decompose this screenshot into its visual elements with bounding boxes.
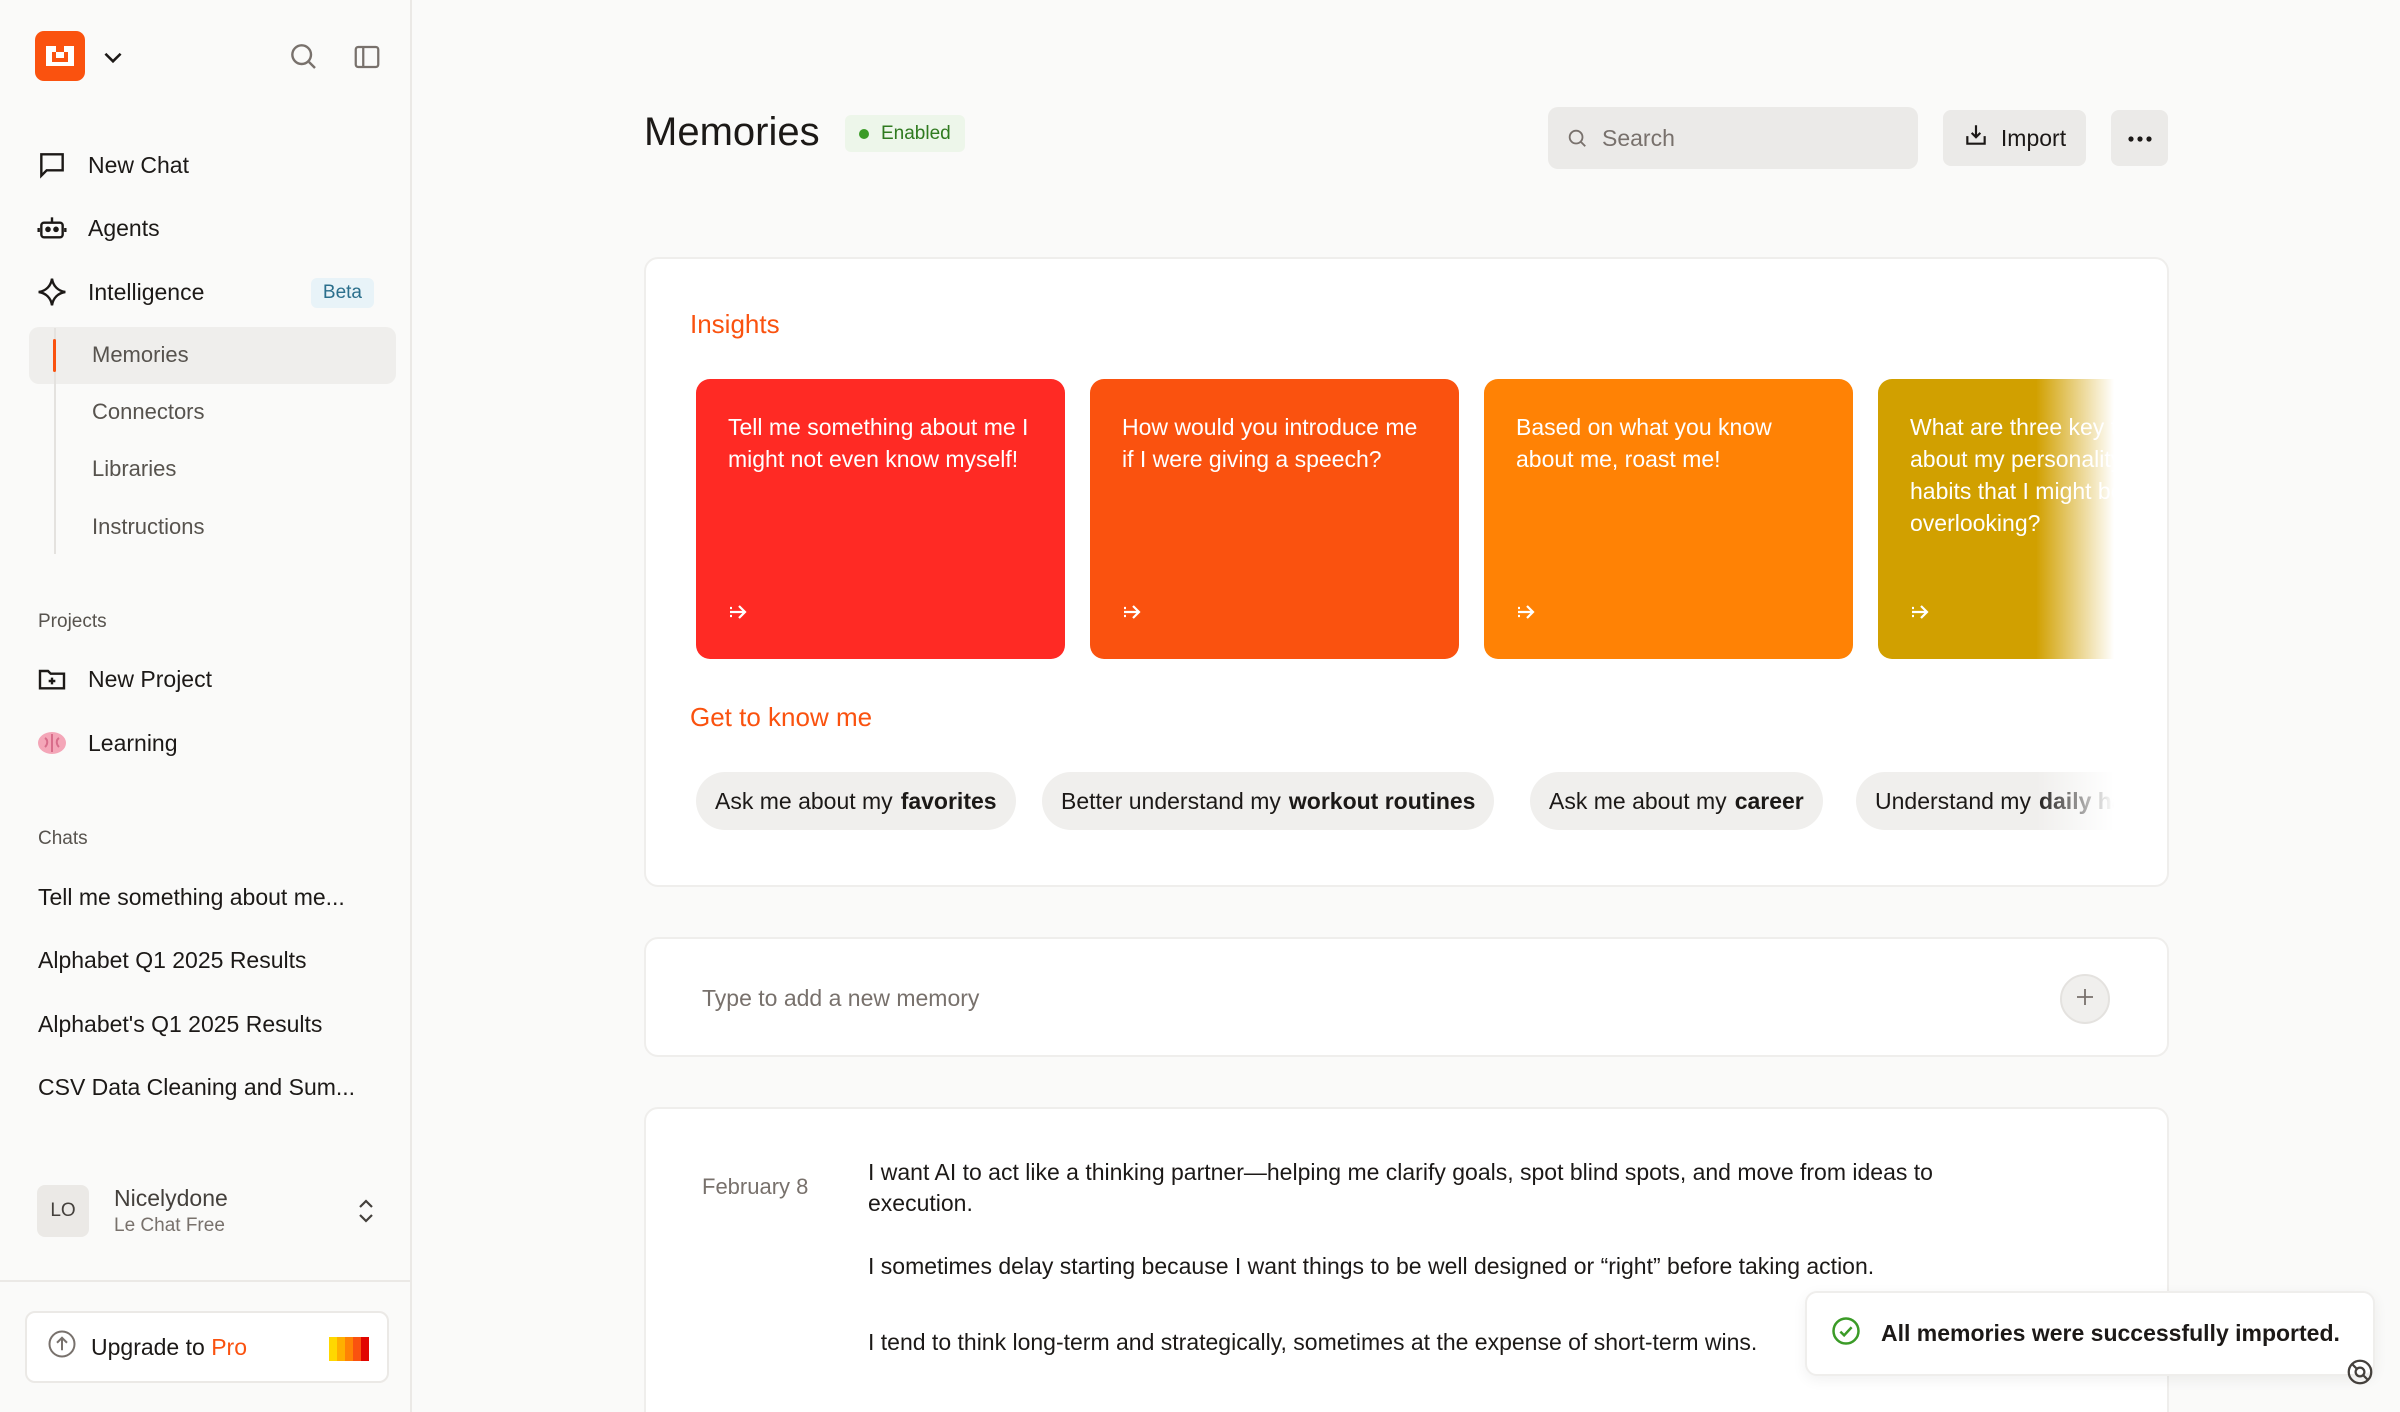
upgrade-label: Upgrade to (91, 1333, 205, 1360)
upgrade-button[interactable]: Upgrade to Pro (25, 1311, 389, 1383)
success-toast: All memories were successfully imported. (1805, 1291, 2375, 1376)
memory-item[interactable]: I tend to think long-term and strategica… (868, 1327, 1958, 1358)
toast-message: All memories were successfully imported. (1881, 1320, 2340, 1346)
chat-item[interactable]: CSV Data Cleaning and Sum... (38, 1074, 355, 1101)
projects-section-label: Projects (38, 611, 107, 632)
sidebar-sub-item-memories[interactable]: Memories (92, 335, 189, 375)
active-indicator (53, 339, 56, 372)
topic-chip[interactable]: Better understand my workout routines (1042, 772, 1495, 830)
user-name: Nicelydone (114, 1185, 228, 1211)
workspace-chevron-down-icon[interactable] (100, 44, 126, 75)
chat-item[interactable]: Alphabet Q1 2025 Results (38, 947, 307, 974)
search-icon[interactable] (287, 40, 319, 77)
sidebar-item-label: Intelligence (88, 278, 205, 305)
robot-icon (36, 212, 68, 244)
sidebar-item-label: New Project (88, 665, 212, 692)
topic-chip[interactable]: Ask me about my career (1530, 772, 1823, 830)
sidebar-sub-item-libraries[interactable]: Libraries (92, 449, 176, 489)
page-title: Memories (644, 110, 820, 154)
chats-section-label: Chats (38, 828, 88, 849)
topic-chips: Ask me about my favorites Better understa… (696, 772, 2161, 834)
upgrade-pro-label: Pro (211, 1333, 247, 1360)
search-input[interactable] (1602, 107, 1902, 169)
sidebar-item-label: Agents (88, 214, 160, 241)
sidebar-item-agents[interactable]: Agents (36, 203, 376, 253)
check-circle-icon (1831, 1316, 1861, 1352)
chat-item[interactable]: Tell me something about me... (38, 884, 345, 911)
folder-plus-icon (36, 663, 68, 695)
brand-stripes-icon (329, 1337, 369, 1361)
help-icon[interactable] (2345, 1357, 2375, 1392)
sidebar-toggle-icon[interactable] (352, 42, 382, 77)
new-memory-input[interactable] (702, 969, 2002, 1027)
add-memory-button[interactable] (2060, 974, 2110, 1024)
insight-tile-text: What are three key traits about my perso… (1910, 414, 2161, 536)
get-to-know-heading: Get to know me (690, 702, 873, 732)
memory-item[interactable]: I sometimes delay starting because I wan… (868, 1251, 1958, 1282)
plus-icon (2073, 985, 2097, 1014)
insight-tile-text: How would you introduce me if I were giv… (1122, 414, 1418, 472)
arrow-right-icon (728, 597, 750, 629)
brain-icon (36, 727, 68, 759)
sparkle-icon (36, 276, 68, 308)
search-icon (1566, 127, 1588, 154)
insight-tile[interactable]: Based on what you know about me, roast m… (1484, 379, 1853, 659)
sidebar-item-label: New Chat (88, 151, 189, 178)
avatar: LO (37, 1185, 89, 1237)
ellipsis-icon (2127, 131, 2152, 146)
insight-tiles: Tell me something about me I might not e… (696, 379, 2161, 669)
sidebar-sub-item-instructions[interactable]: Instructions (92, 507, 205, 547)
sidebar-item-new-project[interactable]: New Project (36, 654, 376, 704)
arrow-right-icon (1910, 597, 1932, 629)
import-button[interactable]: Import (1943, 110, 2086, 166)
topic-chip[interactable]: Understand my daily habits (1856, 772, 2161, 830)
chevron-up-down-icon (355, 1197, 377, 1230)
sidebar-item-label: Learning (88, 729, 178, 756)
beta-badge: Beta (310, 278, 374, 308)
insight-tile[interactable]: Tell me something about me I might not e… (696, 379, 1065, 659)
insights-heading: Insights (690, 309, 780, 339)
memory-date: February 8 (702, 1174, 809, 1199)
more-options-button[interactable] (2111, 110, 2168, 166)
chat-item[interactable]: Alphabet's Q1 2025 Results (38, 1011, 322, 1038)
insight-tile-text: Tell me something about me I might not e… (728, 414, 1029, 472)
new-memory-card (644, 937, 2169, 1057)
insight-tile-text: Based on what you know about me, roast m… (1516, 414, 1772, 472)
insight-tile[interactable]: How would you introduce me if I were giv… (1090, 379, 1459, 659)
status-badge: Enabled (845, 115, 965, 152)
sidebar-item-new-chat[interactable]: New Chat (36, 140, 376, 190)
chat-bubble-icon (36, 149, 68, 181)
arrow-right-icon (1516, 597, 1538, 629)
sidebar-item-intelligence[interactable]: Intelligence Beta (36, 267, 376, 317)
arrow-right-icon (1122, 597, 1144, 629)
memory-item[interactable]: I want AI to act like a thinking partner… (868, 1157, 1958, 1219)
search-field[interactable] (1548, 107, 1918, 169)
mistral-logo-icon[interactable] (35, 31, 85, 81)
import-label: Import (2000, 124, 2067, 151)
user-plan: Le Chat Free (114, 1215, 225, 1236)
sub-item-active-bg (29, 327, 396, 384)
sidebar-sub-item-connectors[interactable]: Connectors (92, 392, 205, 432)
import-icon (1963, 122, 1989, 154)
divider (0, 1280, 410, 1282)
arrow-up-circle-icon (47, 1329, 77, 1365)
user-menu[interactable]: LO Nicelydone Le Chat Free (37, 1183, 377, 1239)
insights-card: Insights Tell me something about me I mi… (644, 257, 2169, 887)
sidebar: New Chat Agents Intelligence Beta Memori… (0, 0, 412, 1412)
sidebar-item-learning[interactable]: Learning (36, 718, 376, 768)
topic-chip[interactable]: Ask me about my favorites (696, 772, 1016, 830)
insight-tile[interactable]: What are three key traits about my perso… (1878, 379, 2161, 659)
